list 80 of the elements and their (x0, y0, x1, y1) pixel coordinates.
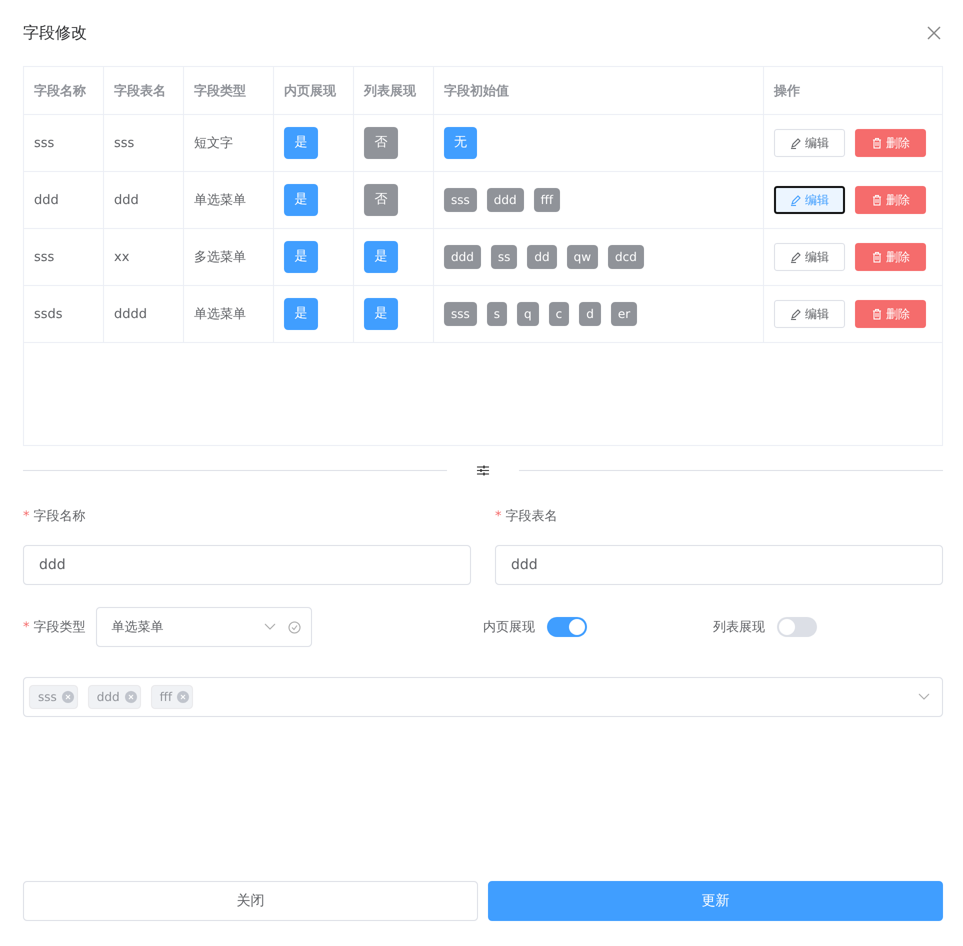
field-label: 字段表名 (506, 509, 558, 524)
trash-icon (871, 194, 883, 206)
check-circle-icon (288, 620, 300, 634)
close-button[interactable]: 关闭 (23, 881, 478, 921)
pencil-icon (790, 251, 802, 263)
table-cell: xx (104, 228, 184, 286)
table-cell: sss (104, 114, 184, 172)
field-label: 字段类型 (34, 620, 86, 635)
status-tag: 是 (284, 241, 318, 273)
column-header: 字段类型 (184, 67, 274, 114)
input-field[interactable]: ddd (495, 545, 943, 585)
close-circle-icon (62, 691, 74, 703)
pencil-icon (790, 308, 802, 320)
trash-icon (871, 251, 883, 263)
chevron-down-icon (264, 623, 276, 631)
trash-icon (871, 137, 883, 149)
status-tag: 否 (364, 184, 398, 216)
value-tag: s (486, 302, 508, 326)
toggle-switch[interactable] (777, 617, 817, 637)
column-header: 列表展现 (354, 67, 434, 114)
edit-button[interactable]: 编辑 (774, 300, 845, 328)
table-cell: ddd (104, 172, 184, 228)
required-mark: * (23, 509, 30, 524)
value-tag: ddd (486, 188, 524, 212)
table-cell: 多选菜单 (184, 228, 274, 286)
switch-label: 内页展现 (483, 619, 535, 636)
table-cell: 单选菜单 (184, 172, 274, 228)
value-tag: dd (527, 245, 557, 269)
value-tag: 无 (444, 127, 477, 159)
status-tag: 否 (364, 127, 398, 159)
required-mark: * (23, 620, 30, 635)
column-header: 字段初始值 (434, 67, 764, 114)
column-header: 内页展现 (274, 67, 354, 114)
status-tag: 是 (364, 241, 398, 273)
table-cell: ssds (24, 286, 104, 342)
column-header: 字段名称 (24, 67, 104, 114)
close-circle-icon (177, 691, 190, 703)
pencil-icon (790, 137, 802, 149)
column-header: 操作 (764, 67, 942, 114)
edit-button[interactable]: 编辑 (774, 129, 845, 157)
select-value: 单选菜单 (112, 619, 164, 636)
value-tag: d (579, 302, 601, 326)
table-cell: 单选菜单 (184, 286, 274, 342)
tag-label: fff (160, 690, 172, 704)
required-mark: * (495, 509, 502, 524)
table-cell: 短文字 (184, 114, 274, 172)
switch-label: 列表展现 (713, 619, 765, 636)
tag-label: sss (38, 690, 57, 704)
status-tag: 是 (284, 127, 318, 159)
dialog-title: 字段修改 (23, 22, 87, 44)
table-cell: sss (24, 228, 104, 286)
close-icon (927, 26, 941, 40)
value-tag: ss (490, 245, 518, 269)
column-header: 字段表名 (104, 67, 184, 114)
value-tag: ddd (444, 245, 481, 269)
value-tag: er (610, 302, 638, 326)
status-tag: 是 (284, 184, 318, 216)
toggle-switch[interactable] (547, 617, 587, 637)
select-field[interactable]: 单选菜单 (96, 607, 312, 647)
tag-label: ddd (96, 690, 120, 704)
table-cell: dddd (104, 286, 184, 342)
edit-button[interactable]: 编辑 (774, 243, 845, 271)
value-tag: q (517, 302, 539, 326)
input-field[interactable]: ddd (23, 545, 471, 585)
close-circle-icon (124, 691, 137, 703)
value-tag: qw (566, 245, 598, 269)
value-tag: c (548, 302, 570, 326)
value-tag: sss (444, 302, 477, 326)
trash-icon (871, 308, 883, 320)
table-cell: ddd (24, 172, 104, 228)
value-tag: sss (444, 188, 477, 212)
field-label: 字段名称 (34, 509, 86, 524)
table-cell: sss (24, 114, 104, 172)
value-tag: dcd (608, 245, 644, 269)
pencil-icon (790, 194, 802, 206)
chevron-down-icon (918, 693, 930, 701)
status-tag: 是 (284, 298, 318, 330)
sliders-icon (477, 464, 489, 476)
status-tag: 是 (364, 298, 398, 330)
value-tag: fff (534, 188, 560, 212)
